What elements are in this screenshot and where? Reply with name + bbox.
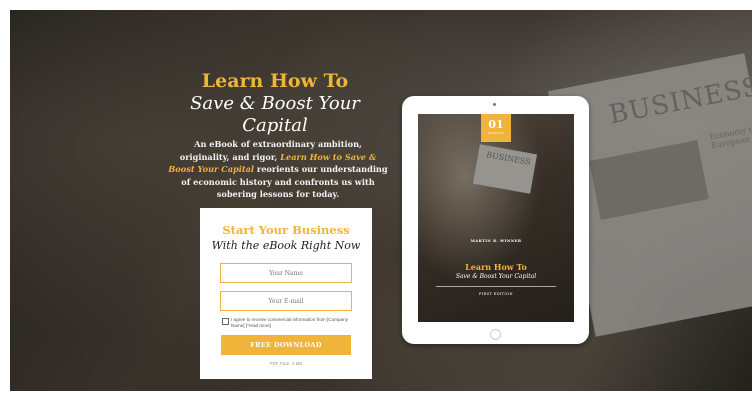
form-title: Start Your Business [222, 223, 350, 237]
background-overlay [10, 10, 752, 391]
cover-divider [436, 286, 556, 287]
cover-subtitle: Save & Boost Your Capital [455, 273, 537, 280]
edition-badge-label: EDITION [487, 131, 505, 135]
tablet-camera [493, 103, 496, 106]
hero-heading: Learn How To Save & Boost Your Capital [160, 70, 390, 137]
consent-row: I agree to receive commercial informatio… [222, 317, 350, 329]
cover-title: Learn How To [465, 262, 527, 272]
cover-shade [418, 114, 574, 322]
free-download-button[interactable]: FREE DOWNLOAD [221, 335, 351, 355]
consent-label: I agree to receive commercial informatio… [231, 317, 348, 328]
email-input[interactable] [220, 291, 352, 311]
file-info: PDF FILE, 3 MB [269, 361, 303, 366]
consent-checkbox[interactable] [222, 318, 229, 325]
tablet-home-button [490, 329, 501, 340]
hero-subtitle: Save & Boost Your Capital [190, 93, 360, 136]
form-subtitle: With the eBook Right Now [211, 239, 361, 252]
cover-edition: FIRST EDITION [479, 292, 513, 296]
tablet-mockup: BUSINESS 01 EDITION MARTIN R. WINNER Lea… [402, 96, 589, 344]
edition-badge: 01 EDITION [481, 114, 511, 142]
hero-section: BUSINESS Economy of European U Learn How… [10, 10, 752, 391]
edition-badge-number: 01 [488, 118, 504, 131]
hero-description: An eBook of extraordinary ambition, orig… [168, 138, 388, 201]
ebook-cover: BUSINESS 01 EDITION MARTIN R. WINNER Lea… [418, 114, 574, 322]
hero-title: Learn How To [201, 70, 349, 92]
signup-form-card: Start Your Business With the eBook Right… [200, 208, 372, 379]
name-input[interactable] [220, 263, 352, 283]
cover-author: MARTIN R. WINNER [470, 238, 522, 243]
